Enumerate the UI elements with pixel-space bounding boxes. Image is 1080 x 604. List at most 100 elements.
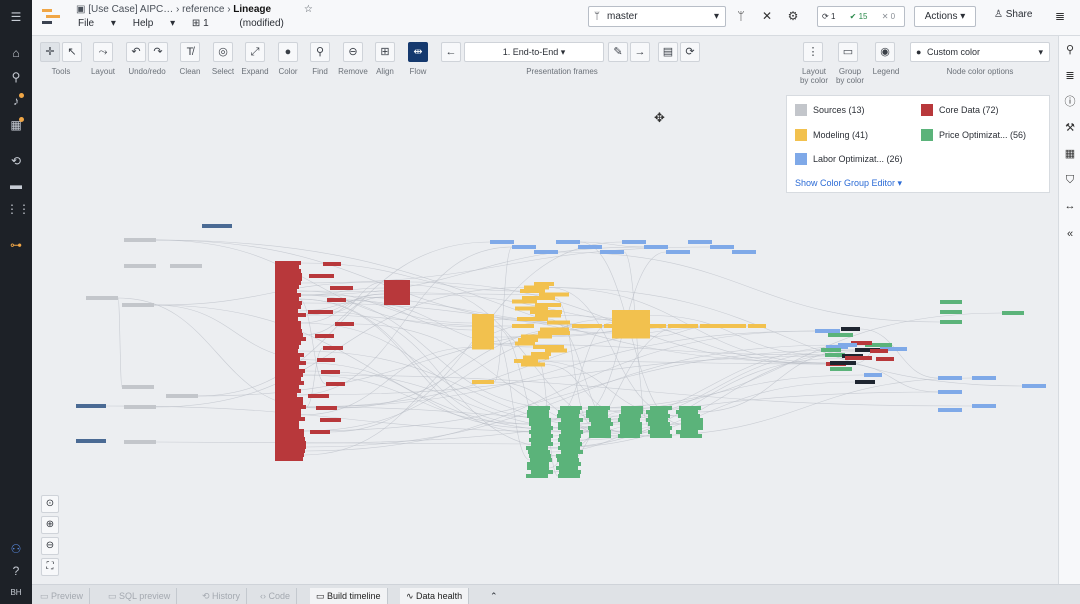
price-optimization-node[interactable] [561,418,583,422]
price-optimization-node[interactable] [589,430,611,434]
mixed-cluster-node[interactable] [841,327,860,331]
core-data-node[interactable] [275,409,301,413]
price-optimization-node[interactable] [558,446,580,450]
help-menu[interactable]: Help ▾ [133,18,175,29]
core-data-node[interactable] [275,289,297,293]
modeling-node[interactable] [518,338,538,342]
layout-by-color-button[interactable]: ⋮ [803,42,823,62]
tab-code[interactable]: ‹› Code [254,588,298,604]
core-data-node[interactable] [308,394,329,398]
modeling-node[interactable] [521,334,552,339]
tab-history[interactable]: ⟲ History [196,588,248,604]
mixed-cluster-node[interactable] [845,356,872,360]
price-optimization-node[interactable] [588,426,610,430]
price-optimization-node[interactable] [586,410,608,414]
core-data-node[interactable] [275,433,304,437]
select-tool-button[interactable]: ↖ [62,42,82,62]
legend-item-modeling[interactable]: Modeling (41) [795,129,868,141]
core-data-node[interactable] [275,453,304,457]
labor-optimization-node[interactable] [512,245,536,249]
price-optimization-node[interactable] [676,430,698,434]
price-optimization-node[interactable] [648,430,670,434]
breadcrumb-folder[interactable]: reference [182,4,224,15]
actions-button[interactable]: Actions ▾ [914,6,976,27]
group-by-color-button[interactable]: ▭ [838,42,858,62]
modeling-node[interactable] [612,324,650,328]
labor-optimization-node[interactable] [972,404,996,408]
modeling-node[interactable] [531,352,551,356]
align-button[interactable]: ⊞ [375,42,395,62]
price-optimization-node[interactable] [1002,311,1024,315]
select-button[interactable]: ◎ [213,42,233,62]
core-data-node[interactable] [275,265,299,269]
modeling-node[interactable] [612,317,650,321]
core-data-node[interactable] [320,418,341,422]
checks-summary[interactable]: ⟳ 1 ✔ 15 ✕ 0 [817,6,905,27]
labor-optimization-node[interactable] [534,250,558,254]
modeling-node[interactable] [612,331,650,335]
price-optimization-node[interactable] [589,434,611,438]
core-data-node[interactable] [275,317,298,321]
modeling-node[interactable] [523,355,549,360]
mixed-cluster-node[interactable] [830,367,852,371]
save-frame-button[interactable]: ▤ [658,42,678,62]
home-icon[interactable]: ⌂ [6,44,26,62]
price-optimization-node[interactable] [589,418,611,422]
price-optimization-node[interactable] [940,310,962,314]
previous-frame-button[interactable]: ← [441,42,461,62]
price-optimization-node[interactable] [646,410,668,414]
modeling-node[interactable] [524,285,549,290]
core-data-node[interactable] [275,377,301,381]
modeling-node[interactable] [472,338,494,343]
modeling-node[interactable] [512,299,537,304]
help-icon[interactable]: ? [6,562,26,580]
tab-data-health[interactable]: ∿ Data health [400,588,470,604]
tab-build-timeline[interactable]: ▭ Build timeline [310,588,388,604]
source-node[interactable] [122,303,154,307]
core-data-node[interactable] [327,298,346,302]
price-optimization-node[interactable] [940,320,962,324]
modeling-node[interactable] [533,345,564,349]
search-icon[interactable]: ⚲ [1062,42,1078,58]
labor-optimization-node[interactable] [688,240,712,244]
modeling-node[interactable] [472,331,494,336]
workspace-icon[interactable]: ⚇ [6,540,26,558]
core-data-node[interactable] [275,385,299,389]
mixed-cluster-node[interactable] [821,348,841,352]
price-optimization-node[interactable] [529,418,551,422]
modeling-node[interactable] [472,342,494,346]
core-data-node[interactable] [275,349,298,353]
price-optimization-node[interactable] [527,410,549,414]
core-data-node[interactable] [275,457,303,461]
core-data-node[interactable] [326,382,345,386]
core-data-node[interactable] [275,301,302,305]
modeling-node[interactable] [522,296,555,300]
labor-optimization-node[interactable] [644,245,668,249]
shield-icon[interactable]: ⛉ [1062,172,1078,188]
source-node[interactable] [170,264,202,268]
modeling-node[interactable] [545,348,567,353]
labor-optimization-node[interactable] [710,245,734,249]
price-optimization-node[interactable] [681,426,703,430]
modeling-node[interactable] [652,324,666,328]
price-optimization-node[interactable] [676,410,698,414]
price-optimization-node[interactable] [559,462,581,466]
apps-badge-icon[interactable]: ▦ [6,116,26,134]
modeling-node[interactable] [612,327,650,332]
mixed-cluster-node[interactable] [864,373,882,377]
price-optimization-node[interactable] [529,454,551,458]
grid-icon[interactable]: ⋮⋮ [6,200,30,218]
core-data-node[interactable] [275,357,300,361]
price-optimization-node[interactable] [557,414,579,418]
modeling-node[interactable] [668,324,684,328]
modeling-node[interactable] [514,359,538,363]
node-color-select[interactable]: ● Custom color ▾ [910,42,1050,62]
modeling-node[interactable] [520,289,545,293]
layout-button[interactable]: ⤳ [93,42,113,62]
core-data-node[interactable] [275,285,299,289]
core-data-node[interactable] [275,405,306,409]
price-optimization-node[interactable] [528,450,550,454]
next-frame-button[interactable]: → [630,42,650,62]
modeling-node[interactable] [472,314,494,318]
price-optimization-node[interactable] [940,300,962,304]
